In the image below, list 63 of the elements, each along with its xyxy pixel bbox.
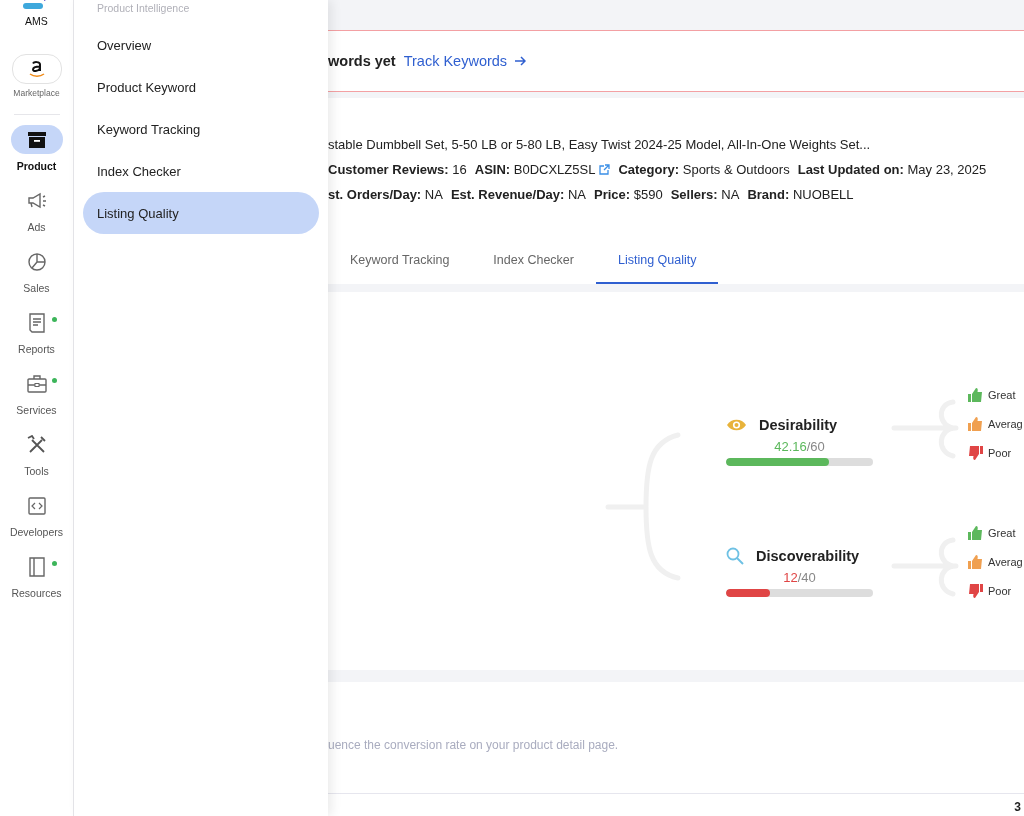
thumbs-up-icon xyxy=(968,387,983,402)
rail-label[interactable]: Developers xyxy=(9,526,64,538)
tab[interactable]: Listing Quality xyxy=(595,238,719,284)
legend-label: Poor xyxy=(988,584,1012,597)
product-meta: st. Orders/Day: NA xyxy=(328,187,443,202)
rail-label[interactable]: Resources xyxy=(11,587,62,599)
thumbs-up-icon xyxy=(968,416,983,431)
product-title: stable Dumbbell Set, 5-50 LB or 5-80 LB, Easy Twist 2024-25 Model, All-In-One Weights Set... xyxy=(328,136,872,154)
menu-heading: Product Intelligence xyxy=(96,1,191,16)
score-title: Desirability xyxy=(759,417,838,433)
banner-message: words yet xyxy=(328,53,396,69)
rail-label: Marketplace xyxy=(13,88,60,98)
marketplace-button[interactable] xyxy=(11,54,62,84)
external-link-icon[interactable] xyxy=(599,164,611,175)
section-description: uence the conversion rate on your product detail page. xyxy=(328,738,620,754)
thumbs-up-icon xyxy=(968,525,983,540)
product-meta: Sellers: NA xyxy=(670,187,740,202)
score-value: 42.16/60 xyxy=(773,439,826,454)
product-meta: Est. Revenue/Day: NA xyxy=(450,187,586,202)
document-icon xyxy=(27,312,46,333)
thumbs-up-icon xyxy=(968,554,983,569)
tab[interactable]: Index Checker xyxy=(471,238,596,284)
thumbs-down-icon xyxy=(968,445,983,460)
menu-item[interactable]: Keyword Tracking xyxy=(83,108,319,150)
book-icon xyxy=(27,556,46,577)
legend-label: Averag xyxy=(988,417,1023,430)
pie-chart-icon xyxy=(26,251,47,272)
legend-label: Great xyxy=(988,526,1016,539)
briefcase-icon xyxy=(26,374,47,393)
tools-icon xyxy=(26,434,47,455)
score-title: Discoverability xyxy=(756,548,860,564)
arrow-right-icon xyxy=(515,56,527,66)
product-meta: Customer Reviews: 16 xyxy=(328,162,467,177)
product-meta: Category: Sports & Outdoors xyxy=(618,162,790,177)
rail-label[interactable]: Tools xyxy=(24,465,49,477)
rail-label[interactable]: Services xyxy=(16,404,57,416)
menu-item[interactable]: Listing Quality xyxy=(83,192,319,234)
eye-icon xyxy=(726,418,747,432)
thumbs-down-icon xyxy=(968,583,983,598)
count-text: 3 xyxy=(1014,800,1021,814)
rail-label[interactable]: Product xyxy=(16,160,57,172)
legend-label: Great xyxy=(988,388,1016,401)
tab[interactable]: Keyword Tracking xyxy=(328,238,472,284)
rail-label[interactable]: Reports xyxy=(18,343,55,355)
rail-label: AMS xyxy=(25,15,48,27)
rail-label[interactable]: Sales xyxy=(23,282,50,294)
track-keywords-link[interactable]: Track Keywords xyxy=(403,53,527,69)
search-icon xyxy=(726,547,744,565)
legend-label: Averag xyxy=(988,555,1023,568)
product-meta: Brand: NUOBELL xyxy=(747,187,854,202)
code-icon xyxy=(27,496,46,515)
megaphone-icon xyxy=(26,191,47,210)
menu-item[interactable]: Index Checker xyxy=(83,150,319,192)
menu-item[interactable]: Overview xyxy=(83,24,319,66)
product-meta: ASIN: B0DCXLZ5SL xyxy=(474,162,596,177)
product-meta: Price: $590 xyxy=(594,187,663,202)
menu-item[interactable]: Product Keyword xyxy=(83,66,319,108)
score-value: 12/40 xyxy=(782,570,817,585)
legend-label: Poor xyxy=(988,446,1012,459)
rail-label[interactable]: Ads xyxy=(27,221,46,233)
archive-box-icon xyxy=(26,130,47,149)
nav-icon-button[interactable] xyxy=(10,125,63,154)
product-meta: Last Updated on: May 23, 2025 xyxy=(797,162,987,177)
